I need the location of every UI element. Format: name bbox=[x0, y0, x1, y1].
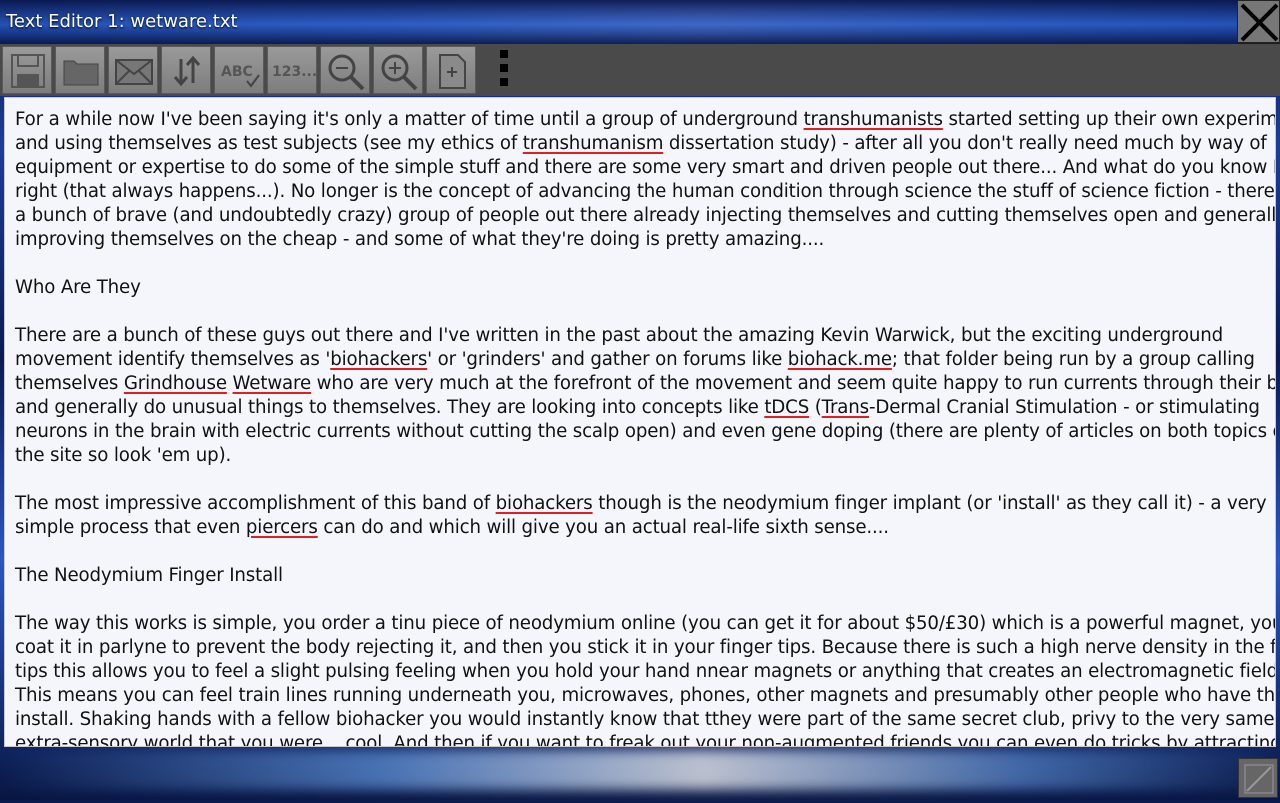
new-document-button[interactable] bbox=[426, 46, 476, 94]
text-segment: There are a bunch of these guys out ther… bbox=[15, 325, 1224, 346]
text-line: right (that always happens...). No longe… bbox=[15, 180, 1275, 204]
text-segment: though is the neodymium finger implant (… bbox=[592, 493, 1267, 514]
text-segment: coat it in parlyne to prevent the body r… bbox=[15, 637, 1276, 658]
toolbar: ABC 123... bbox=[0, 44, 1280, 96]
floppy-icon bbox=[11, 54, 45, 88]
sort-button[interactable] bbox=[161, 46, 211, 94]
text-line: The most impressive accomplishment of th… bbox=[15, 492, 1267, 516]
text-segment: This means you can feel train lines runn… bbox=[15, 685, 1276, 706]
text-segment: improving themselves on the cheap - and … bbox=[15, 229, 825, 250]
up-down-arrows-icon bbox=[173, 55, 201, 87]
misspelled-word: Wetware bbox=[232, 373, 312, 394]
text-line: neurons in the brain with electric curre… bbox=[15, 420, 1275, 444]
misspelled-word: biohackers bbox=[495, 493, 593, 514]
text-segment: a bunch of brave (and undoubtedly crazy)… bbox=[15, 205, 1276, 226]
text-line: There are a bunch of these guys out ther… bbox=[15, 324, 1267, 348]
text-segment: tips this allows you to feel a slight pu… bbox=[15, 661, 1276, 682]
misspelled-word: Grindhouse bbox=[123, 373, 227, 394]
text-segment: dissertation study) - after all you don'… bbox=[663, 133, 1267, 154]
text-segment: who are very much at the forefront of th… bbox=[311, 373, 1276, 394]
misspelled-word: transhumanism bbox=[522, 133, 664, 154]
text-line: install. Shaking hands with a fellow bio… bbox=[15, 708, 1275, 732]
text-segment: install. Shaking hands with a fellow bio… bbox=[15, 709, 1275, 730]
save-button[interactable] bbox=[2, 46, 52, 94]
text-editor-area[interactable]: For a while now I've been saying it's on… bbox=[4, 97, 1276, 747]
text-segment: Who Are They bbox=[15, 277, 141, 298]
text-line: coat it in parlyne to prevent the body r… bbox=[15, 636, 1275, 660]
text-segment: the site so look 'em up). bbox=[15, 445, 232, 466]
text-segment: movement identify themselves as ' bbox=[15, 349, 331, 370]
text-line: For a while now I've been saying it's on… bbox=[15, 108, 1275, 132]
zoom-out-icon bbox=[328, 54, 365, 91]
misspelled-word: piercers bbox=[245, 517, 318, 538]
text-line bbox=[15, 300, 1267, 324]
misspelled-word: biohack.me bbox=[787, 349, 892, 370]
text-line: simple process that even piercers can do… bbox=[15, 516, 1267, 540]
text-line: improving themselves on the cheap - and … bbox=[15, 228, 1267, 252]
text-segment: ; that folder being run by a group calli… bbox=[891, 349, 1255, 370]
svg-text:123...: 123... bbox=[272, 64, 317, 80]
text-segment: themselves bbox=[15, 373, 124, 394]
text-segment: equipment or expertise to do some of the… bbox=[15, 157, 1276, 178]
text-segment: -Dermal Cranial Stimulation - or stimula… bbox=[868, 397, 1260, 418]
numbers-button[interactable]: 123... bbox=[267, 46, 317, 94]
text-line bbox=[15, 540, 1267, 564]
text-segment: started setting up their own experiments bbox=[948, 109, 1276, 130]
text-line: and using themselves as test subjects (s… bbox=[15, 132, 1267, 156]
text-segment: right (that always happens...). No longe… bbox=[15, 181, 1276, 202]
zoom-in-icon bbox=[381, 54, 418, 91]
text-segment: The Neodymium Finger Install bbox=[15, 565, 283, 586]
resize-handle[interactable] bbox=[1238, 758, 1278, 798]
text-line: The Neodymium Finger Install bbox=[15, 564, 1267, 588]
text-line bbox=[15, 588, 1267, 612]
text-segment: ' or 'grinders' and gather on forums lik… bbox=[427, 349, 788, 370]
text-segment: extra-sensory world that you were... coo… bbox=[15, 733, 1276, 747]
misspelled-word: tDCS bbox=[764, 397, 810, 418]
title-bar: Text Editor 1: wetware.txt bbox=[0, 0, 1280, 44]
text-segment: can do and which will give you an actual… bbox=[317, 517, 889, 538]
email-button[interactable] bbox=[108, 46, 158, 94]
close-button[interactable] bbox=[1237, 0, 1280, 43]
123-icon: 123... bbox=[272, 64, 317, 80]
text-line: a bunch of brave (and undoubtedly crazy)… bbox=[15, 204, 1275, 228]
zoom-in-button[interactable] bbox=[373, 46, 423, 94]
text-line: Who Are They bbox=[15, 276, 1267, 300]
misspelled-word: biohackers bbox=[330, 349, 428, 370]
close-icon bbox=[1240, 3, 1279, 42]
text-line: equipment or expertise to do some of the… bbox=[15, 156, 1275, 180]
text-line: extra-sensory world that you were... coo… bbox=[15, 732, 1275, 746]
document-text[interactable]: For a while now I've been saying it's on… bbox=[15, 108, 1275, 746]
text-line: movement identify themselves as 'biohack… bbox=[15, 348, 1267, 372]
envelope-icon bbox=[115, 59, 153, 85]
text-line: The way this works is simple, you order … bbox=[15, 612, 1275, 636]
text-segment: ( bbox=[809, 397, 822, 418]
text-segment: and generally do unusual things to thems… bbox=[15, 397, 765, 418]
misspelled-word: transhumanists bbox=[803, 109, 943, 130]
spellcheck-button[interactable]: ABC bbox=[214, 46, 264, 94]
folder-icon bbox=[63, 60, 99, 86]
text-line bbox=[15, 468, 1267, 492]
text-line bbox=[15, 252, 1267, 276]
text-segment: and using themselves as test subjects (s… bbox=[15, 133, 523, 154]
resize-icon bbox=[1244, 764, 1274, 794]
text-segment: The way this works is simple, you order … bbox=[15, 613, 1276, 634]
text-line: tips this allows you to feel a slight pu… bbox=[15, 660, 1275, 684]
more-vert-icon[interactable] bbox=[496, 46, 512, 94]
wallpaper-streak bbox=[0, 750, 1280, 790]
abc-check-icon: ABC bbox=[221, 64, 260, 88]
text-segment: simple process that even bbox=[15, 517, 246, 538]
open-button[interactable] bbox=[55, 46, 105, 94]
svg-text:ABC: ABC bbox=[221, 64, 253, 80]
new-page-icon bbox=[439, 54, 466, 89]
text-segment: The most impressive accomplishment of th… bbox=[15, 493, 496, 514]
text-line: the site so look 'em up). bbox=[15, 444, 1267, 468]
text-segment: For a while now I've been saying it's on… bbox=[15, 109, 804, 130]
text-line: themselves Grindhouse Wetware who are ve… bbox=[15, 372, 1275, 396]
text-line: This means you can feel train lines runn… bbox=[15, 684, 1275, 708]
text-line: and generally do unusual things to thems… bbox=[15, 396, 1267, 420]
text-segment: neurons in the brain with electric curre… bbox=[15, 421, 1276, 442]
window-title: Text Editor 1: wetware.txt bbox=[6, 11, 238, 32]
misspelled-word: Trans bbox=[821, 397, 869, 418]
zoom-out-button[interactable] bbox=[320, 46, 370, 94]
